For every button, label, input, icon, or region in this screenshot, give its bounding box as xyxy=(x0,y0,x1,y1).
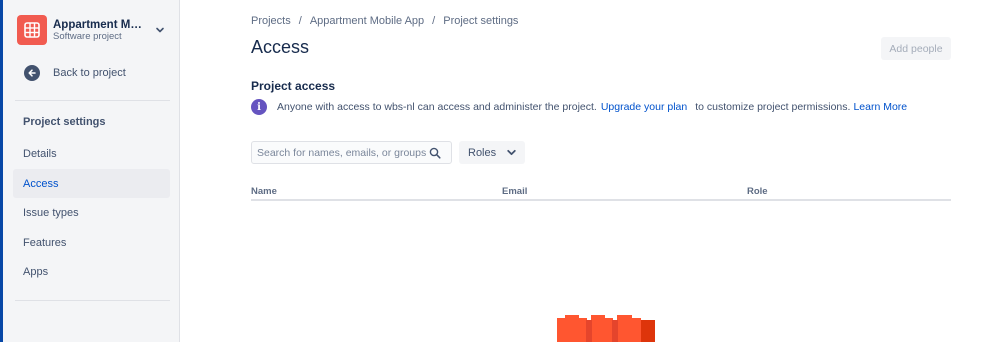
back-to-project-link[interactable]: Back to project xyxy=(24,65,126,81)
page-title: Access xyxy=(251,37,310,57)
column-header-email: Email xyxy=(502,186,528,197)
search-icon[interactable] xyxy=(428,146,442,160)
breadcrumb-projects[interactable]: Projects xyxy=(251,15,291,27)
app-window: Appartment Mob... Software project Back … xyxy=(0,0,999,342)
learn-more-link[interactable]: Learn More xyxy=(853,101,907,113)
info-text-2: to customize project permissions. xyxy=(695,101,851,113)
project-switcher[interactable]: Appartment Mob... Software project xyxy=(17,15,167,45)
table-header: Name Email Role xyxy=(251,185,951,201)
sidebar-divider xyxy=(15,100,170,101)
sidebar-heading: Project settings xyxy=(23,116,106,128)
info-text: Anyone with access to wbs-nl can access … xyxy=(277,101,597,113)
sidebar-item-apps[interactable]: Apps xyxy=(13,257,170,286)
upgrade-plan-link[interactable]: Upgrade your plan xyxy=(601,101,687,113)
breadcrumb-separator: / xyxy=(432,15,436,27)
search-input[interactable] xyxy=(252,146,428,159)
project-type: Software project xyxy=(53,30,122,42)
add-people-button[interactable]: Add people xyxy=(881,37,951,60)
roles-filter-label: Roles xyxy=(468,146,497,159)
sidebar-divider-bottom xyxy=(15,300,170,301)
project-name: Appartment Mob... xyxy=(53,18,145,31)
column-header-name[interactable]: Name xyxy=(251,186,277,197)
chevron-down-icon[interactable] xyxy=(153,22,167,38)
sidebar-item-features[interactable]: Features xyxy=(13,228,170,257)
project-avatar-icon xyxy=(17,15,47,45)
sidebar: Appartment Mob... Software project Back … xyxy=(3,0,180,342)
breadcrumb: Projects / Appartment Mobile App / Proje… xyxy=(251,15,518,27)
roles-filter-button[interactable]: Roles xyxy=(459,141,525,164)
sidebar-item-issue-types[interactable]: Issue types xyxy=(13,198,170,227)
info-message: i Anyone with access to wbs-nl can acces… xyxy=(251,99,907,115)
back-arrow-icon xyxy=(24,65,40,81)
empty-state-illustration xyxy=(557,315,655,342)
breadcrumb-project-settings[interactable]: Project settings xyxy=(443,15,518,27)
chevron-down-icon xyxy=(506,147,517,158)
search-field xyxy=(251,141,452,164)
sidebar-item-details[interactable]: Details xyxy=(13,139,170,168)
column-header-role: Role xyxy=(747,186,768,197)
sidebar-item-access[interactable]: Access xyxy=(13,169,170,198)
project-access-title: Project access xyxy=(251,79,336,93)
info-icon: i xyxy=(251,99,267,115)
breadcrumb-separator: / xyxy=(298,15,302,27)
back-to-project-label: Back to project xyxy=(53,67,126,79)
project-text: Appartment Mob... Software project xyxy=(53,19,145,42)
breadcrumb-project[interactable]: Appartment Mobile App xyxy=(310,15,424,27)
